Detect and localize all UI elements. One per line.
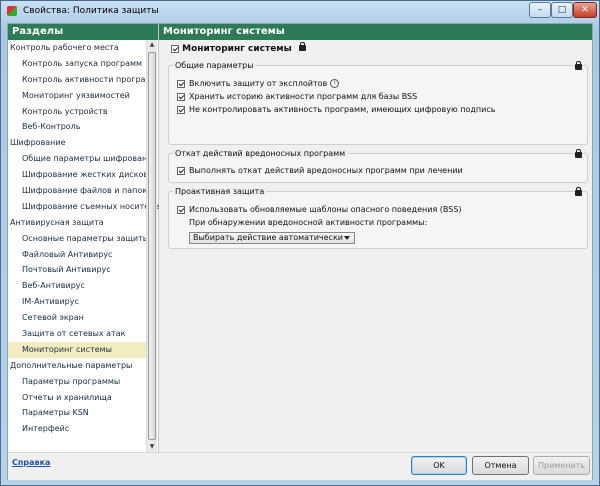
sidebar-item[interactable]: Контроль активности программ: [8, 72, 158, 88]
ok-button[interactable]: OK: [411, 456, 467, 475]
sidebar-item[interactable]: Мониторинг уязвимостей: [8, 88, 146, 104]
scroll-thumb[interactable]: [148, 52, 156, 440]
window-title: Свойства: Политика защиты: [23, 6, 159, 16]
sidebar-category[interactable]: Дополнительные параметры: [8, 358, 146, 374]
maximize-button[interactable]: □: [551, 2, 573, 18]
option-label: Хранить историю активности программ для …: [189, 92, 418, 101]
option-exploit-protection[interactable]: Включить защиту от эксплойтов i: [177, 79, 340, 88]
apply-button[interactable]: Применить: [533, 456, 590, 475]
option-label: Выполнять откат действий вредоносных про…: [189, 166, 463, 175]
chevron-down-icon: [344, 236, 350, 240]
option-bss-history[interactable]: Хранить историю активности программ для …: [177, 92, 417, 101]
skip-signed-checkbox[interactable]: [177, 105, 185, 114]
sidebar-item[interactable]: Интерфейс: [8, 421, 146, 437]
sidebar-item[interactable]: IM-Антивирус: [8, 294, 146, 310]
option-label: Не контролировать активность программ, и…: [189, 105, 496, 114]
sidebar-item[interactable]: Веб-Контроль: [8, 119, 146, 135]
info-icon[interactable]: i: [330, 79, 340, 88]
sidebar-item[interactable]: Шифрование съемных носителей: [8, 199, 164, 215]
lock-icon[interactable]: [575, 61, 582, 70]
enable-monitoring-checkbox[interactable]: [171, 44, 179, 53]
sidebar-header: Разделы: [8, 24, 158, 40]
bss-history-checkbox[interactable]: [177, 92, 185, 101]
app-icon: [7, 6, 17, 16]
sidebar-item[interactable]: Веб-Антивирус: [8, 278, 146, 294]
title-bar[interactable]: Свойства: Политика защиты – □ ✕: [1, 1, 599, 23]
minimize-button[interactable]: –: [529, 2, 551, 18]
exploit-protection-checkbox[interactable]: [177, 79, 185, 88]
close-button[interactable]: ✕: [573, 2, 597, 18]
sidebar-item[interactable]: Контроль запуска программ: [8, 56, 146, 72]
sidebar-item[interactable]: Мониторинг системы: [8, 341, 146, 358]
dialog-client: Разделы Контроль рабочего места Контроль …: [7, 23, 593, 480]
sidebar-item[interactable]: Защита от сетевых атак: [8, 326, 146, 342]
sidebar-item[interactable]: Шифрование файлов и папок: [8, 183, 147, 199]
sidebar-item[interactable]: Параметры программы: [8, 374, 146, 390]
sidebar-category[interactable]: Шифрование: [8, 135, 146, 151]
help-link[interactable]: Справка: [12, 458, 50, 467]
cancel-button[interactable]: Отмена: [472, 456, 529, 475]
action-select[interactable]: Выбирать действие автоматически: [189, 232, 355, 244]
sidebar-item[interactable]: Общие параметры шифрования: [8, 151, 157, 167]
main-panel: Мониторинг системы Мониторинг системы Об…: [159, 24, 592, 452]
group-general: Общие параметры Включить защиту от экспл…: [168, 61, 588, 145]
group-rollback-title: Откат действий вредоносных программ: [173, 149, 348, 158]
sidebar-scrollbar[interactable]: ▲ ▼: [146, 40, 157, 452]
scroll-up-arrow-icon[interactable]: ▲: [147, 40, 157, 50]
dialog-footer: Справка OK Отмена Применить: [8, 452, 592, 480]
lock-icon[interactable]: [298, 42, 306, 51]
sidebar-item[interactable]: Файловый Антивирус: [8, 247, 146, 263]
rollback-checkbox[interactable]: [177, 166, 185, 175]
option-rollback[interactable]: Выполнять откат действий вредоносных про…: [177, 166, 463, 175]
action-select-value: Выбирать действие автоматически: [193, 233, 343, 242]
group-proactive-title: Проактивная защита: [173, 187, 267, 196]
option-label: Включить защиту от эксплойтов: [189, 79, 328, 88]
sidebar-item[interactable]: Основные параметры защиты: [8, 231, 149, 247]
scroll-down-arrow-icon[interactable]: ▼: [147, 442, 157, 452]
option-skip-signed[interactable]: Не контролировать активность программ, и…: [177, 105, 495, 114]
sidebar-item[interactable]: Шифрование жестких дисков: [8, 167, 148, 183]
sidebar-category[interactable]: Контроль рабочего места: [8, 40, 146, 56]
sections-sidebar: Разделы Контроль рабочего места Контроль …: [8, 24, 164, 452]
sidebar-category[interactable]: Антивирусная защита: [8, 215, 146, 231]
group-rollback: Откат действий вредоносных программ Выпо…: [168, 149, 588, 183]
sidebar-item[interactable]: Сетевой экран: [8, 310, 146, 326]
detect-label: При обнаружении вредоносной активности п…: [189, 218, 428, 227]
enable-monitoring-label: Мониторинг системы: [182, 44, 292, 54]
group-proactive: Проактивная защита Использовать обновляе…: [168, 187, 588, 249]
sections-tree: Контроль рабочего места Контроль запуска …: [8, 40, 164, 437]
bss-templates-checkbox[interactable]: [177, 205, 185, 214]
sidebar-item[interactable]: Отчеты и хранилища: [8, 390, 146, 406]
lock-icon[interactable]: [575, 149, 582, 158]
main-header: Мониторинг системы: [159, 24, 592, 40]
enable-monitoring-row[interactable]: Мониторинг системы: [171, 42, 306, 54]
sidebar-item[interactable]: Почтовый Антивирус: [8, 262, 146, 278]
sidebar-item[interactable]: Параметры KSN: [8, 405, 146, 421]
option-bss-templates[interactable]: Использовать обновляемые шаблоны опасног…: [177, 205, 462, 214]
sidebar-item[interactable]: Контроль устройств: [8, 104, 146, 120]
lock-icon[interactable]: [575, 187, 582, 196]
group-general-title: Общие параметры: [173, 61, 256, 70]
window: Свойства: Политика защиты – □ ✕ Разделы …: [0, 0, 600, 486]
option-label: Использовать обновляемые шаблоны опасног…: [189, 205, 462, 214]
